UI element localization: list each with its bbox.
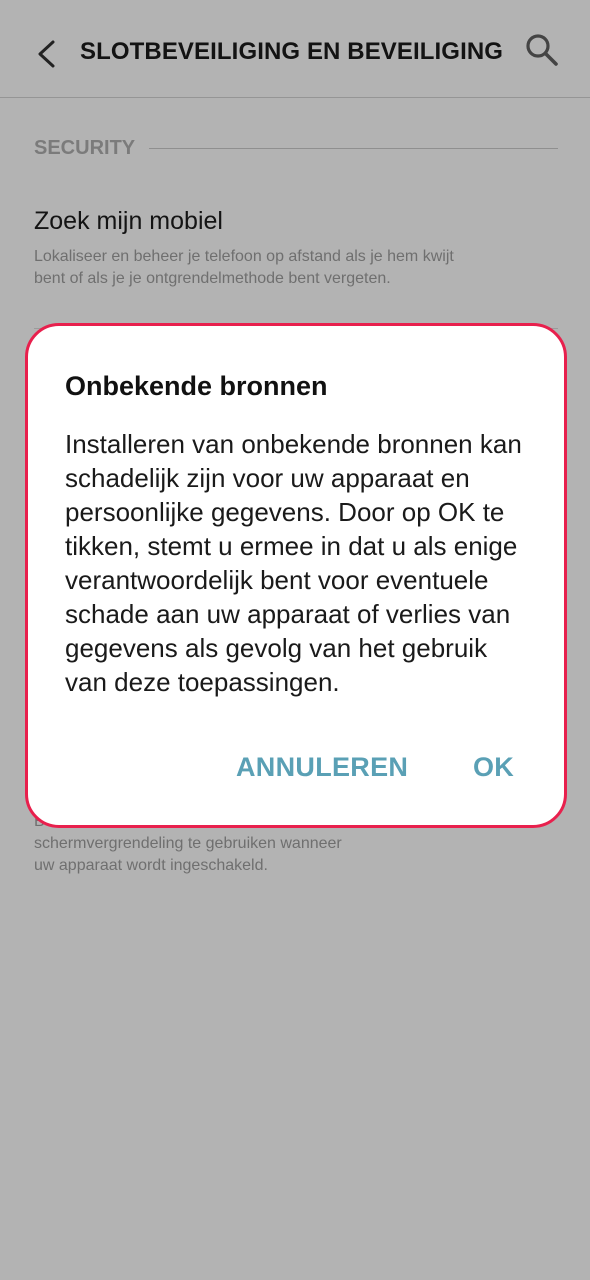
find-my-mobile-description: Lokaliseer en beheer je telefoon op afst… (34, 248, 454, 287)
app-bar: SLOTBEVEILIGING EN BEVEILIGING (0, 0, 590, 98)
ok-button[interactable]: OK (473, 752, 514, 783)
unknown-sources-dialog: Onbekende bronnen Installeren van onbeke… (25, 323, 567, 828)
chevron-left-icon (38, 40, 55, 68)
page-title: SLOTBEVEILIGING EN BEVEILIGING (80, 38, 504, 65)
section-header-security: SECURITY (34, 137, 558, 160)
dialog-title: Onbekende bronnen (65, 371, 328, 401)
secure-startup-desc-line-3: uw apparaat wordt ingeschakeld. (34, 857, 268, 874)
back-button[interactable] (26, 30, 66, 78)
section-divider (149, 148, 558, 149)
cancel-button[interactable]: ANNULEREN (236, 752, 408, 783)
search-icon (526, 34, 558, 66)
secure-startup-desc-line-2: schermvergrendeling te gebruiken wanneer (34, 835, 342, 852)
find-my-mobile-title[interactable]: Zoek mijn mobiel (34, 207, 223, 236)
search-button[interactable] (518, 26, 566, 74)
section-label: SECURITY (34, 137, 136, 159)
dialog-message: Installeren van onbekende bronnen kan sc… (65, 429, 522, 697)
